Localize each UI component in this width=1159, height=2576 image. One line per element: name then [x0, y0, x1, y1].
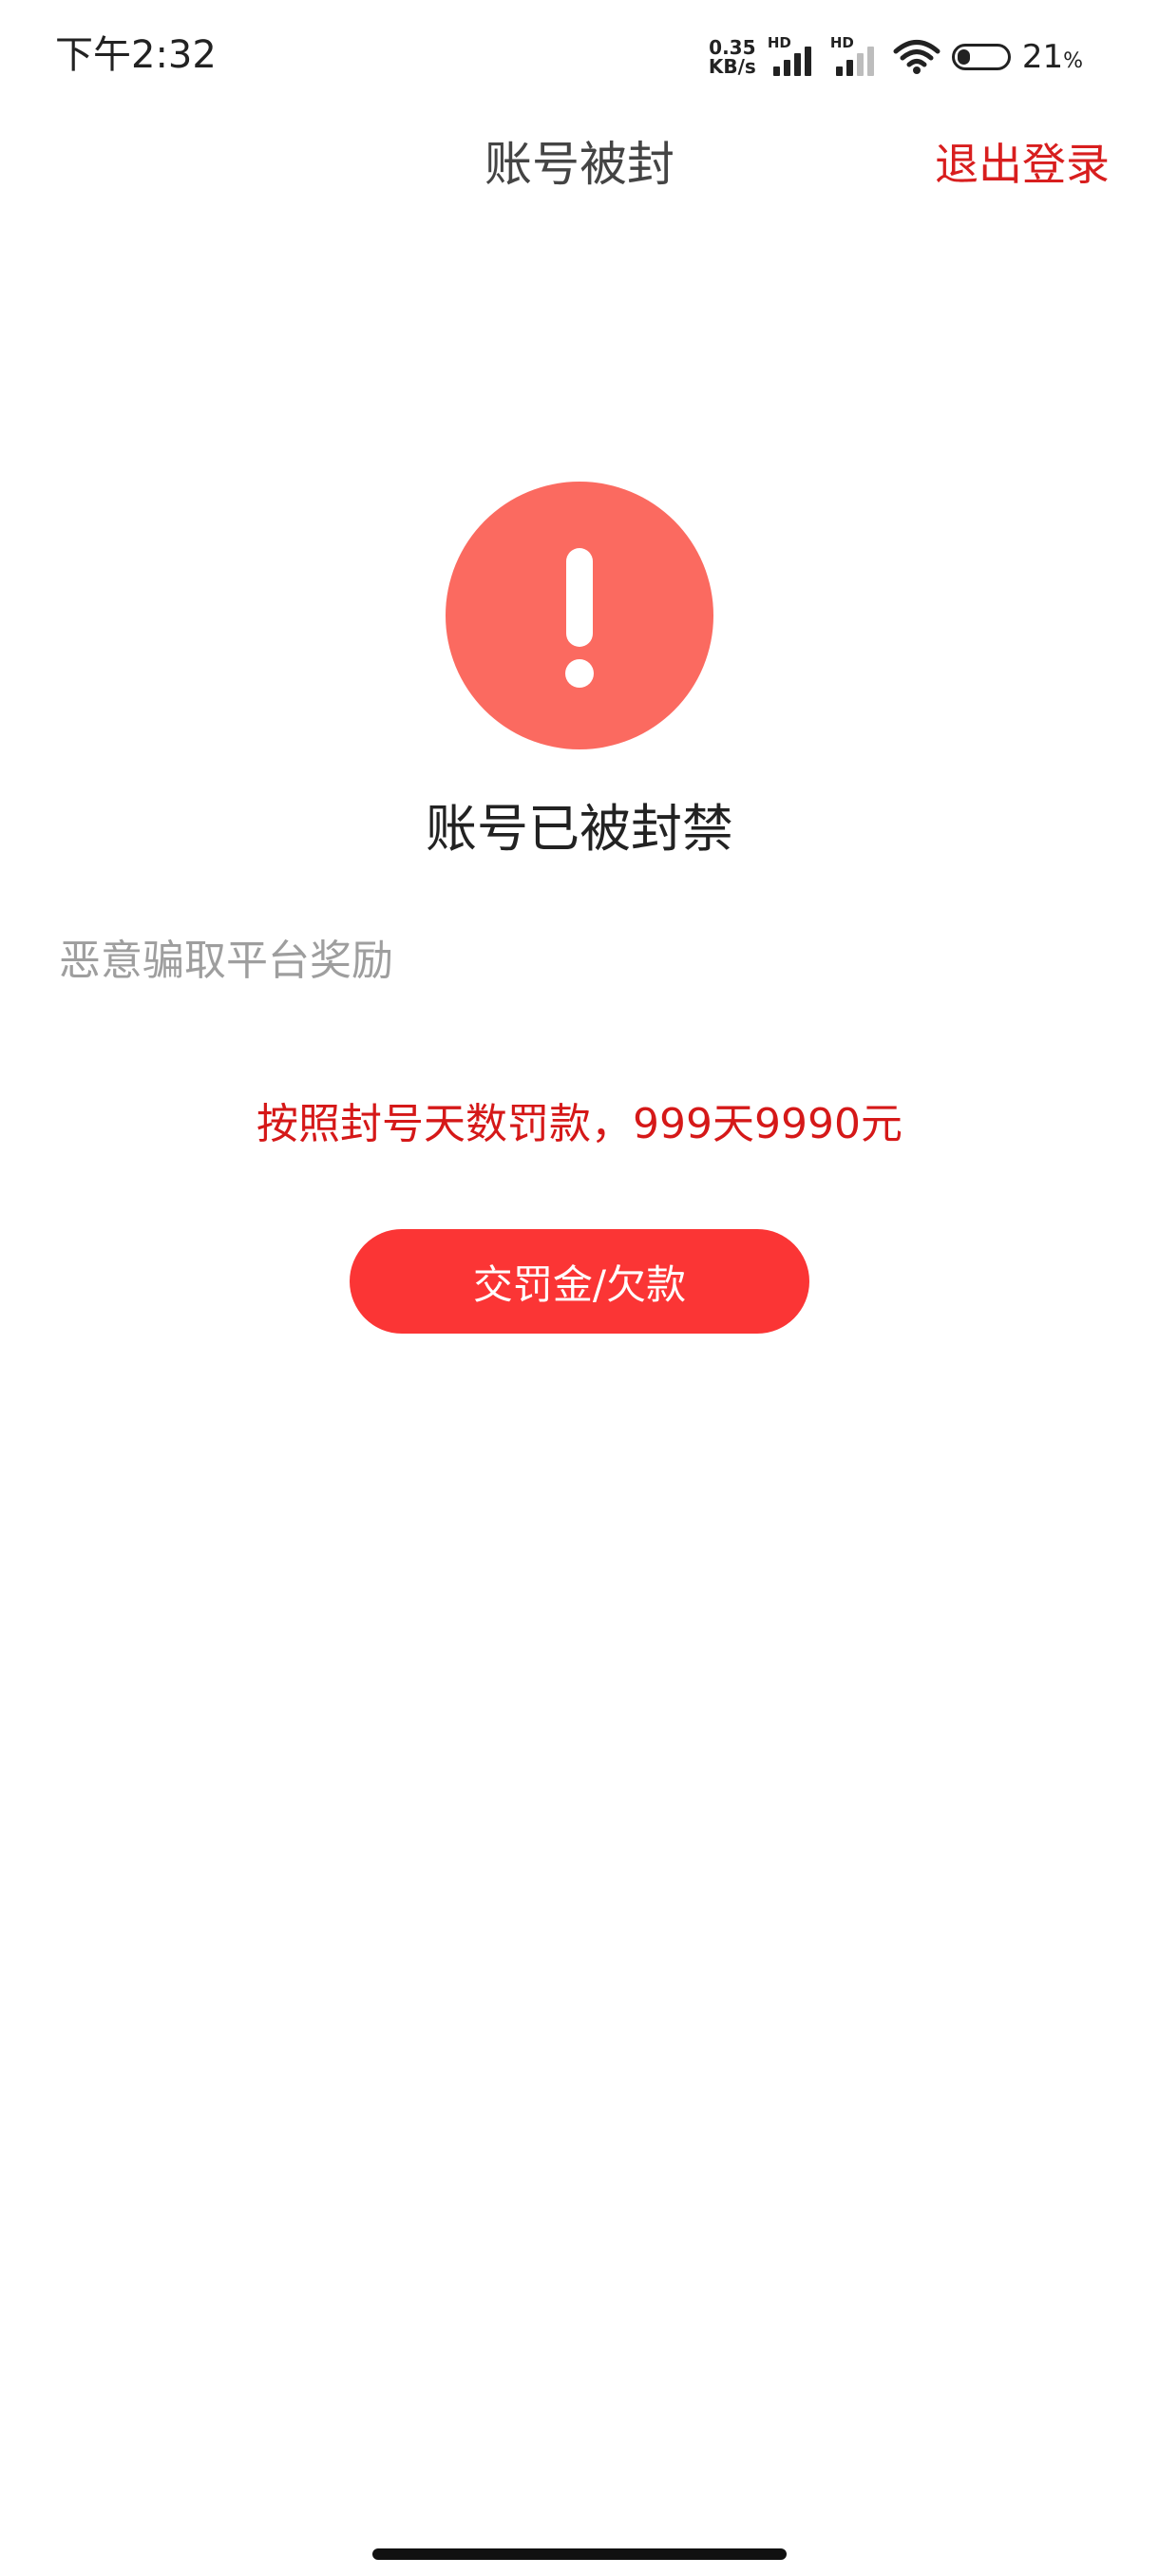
- exclamation-mark-icon: [565, 548, 594, 688]
- battery-value: 21: [1021, 38, 1064, 76]
- battery-percentage: 21 %: [1022, 38, 1083, 76]
- network-speed-value: 0.35: [709, 36, 756, 59]
- logout-button[interactable]: 退出登录: [935, 131, 1110, 198]
- battery-unit: %: [1063, 49, 1083, 73]
- banned-title: 账号已被封禁: [426, 799, 733, 859]
- ban-reason: 恶意骗取平台奖励: [59, 937, 393, 985]
- wifi-icon: [893, 40, 940, 74]
- battery-icon: [951, 44, 1011, 70]
- network-speed-unit: KB/s: [708, 55, 756, 78]
- exclamation-circle-icon: [446, 482, 713, 749]
- status-icons: 0.35 KB/s HD HD 21 %: [709, 32, 1083, 82]
- home-indicator[interactable]: [372, 2548, 787, 2560]
- signal-icon: HD: [768, 34, 819, 76]
- pay-fine-button[interactable]: 交罚金/欠款: [350, 1229, 809, 1334]
- status-time: 下午2:32: [55, 33, 217, 77]
- status-bar: 下午2:32 0.35 KB/s HD HD 21 %: [0, 0, 1159, 114]
- fine-notice: 按照封号天数罚款，999天9990元: [256, 1100, 902, 1148]
- nav-bar: 账号被封 退出登录: [0, 122, 1159, 207]
- signal-icon-sim2: HD: [830, 34, 882, 76]
- network-speed: 0.35 KB/s: [709, 38, 756, 76]
